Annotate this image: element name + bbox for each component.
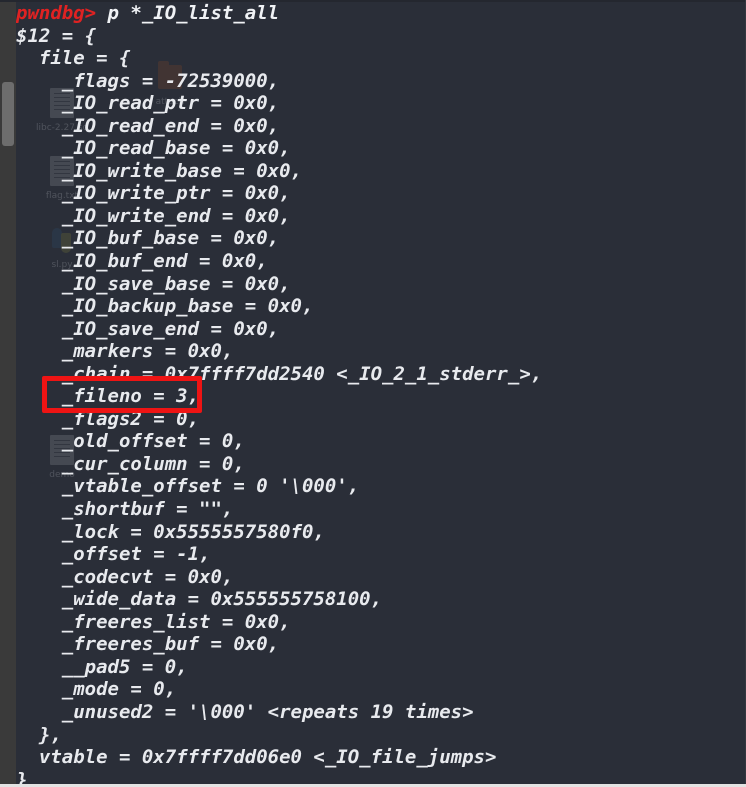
output-line: _mode = 0, (16, 678, 177, 701)
output-line: _IO_buf_end = 0x0, (16, 250, 268, 273)
output-line: file = { (16, 47, 131, 70)
output-line: _IO_read_base = 0x0, (16, 137, 291, 160)
output-line: _chain = 0x7ffff7dd2540 <_IO_2_1_stderr_… (16, 362, 543, 385)
output-line: _IO_save_end = 0x0, (16, 317, 280, 340)
output-line: _IO_write_base = 0x0, (16, 159, 302, 182)
prompt-line: pwndbg> p *_IO_list_all (16, 2, 746, 25)
output-lines: $12 = { file = { _flags = -72539000, _IO… (16, 25, 746, 787)
output-line: _vtable_offset = 0 '\000', (16, 475, 360, 498)
output-line: $12 = { (16, 24, 97, 47)
output-line: _old_offset = 0, (16, 430, 245, 453)
output-line: _IO_backup_base = 0x0, (16, 295, 314, 318)
pwndbg-prompt: pwndbg> (16, 2, 97, 24)
output-line: _codecvt = 0x0, (16, 565, 234, 588)
output-line: vtable = 0x7ffff7dd06e0 <_IO_file_jumps> (16, 746, 497, 769)
output-line: _markers = 0x0, (16, 340, 234, 363)
output-line: _IO_write_ptr = 0x0, (16, 182, 291, 205)
terminal-output-area[interactable]: pwndbg> p *_IO_list_all $12 = { file = {… (16, 0, 746, 787)
output-line: _freeres_list = 0x0, (16, 610, 291, 633)
output-line: _unused2 = '\000' <repeats 19 times> (16, 700, 474, 723)
output-line: _flags = -72539000, (16, 69, 280, 92)
terminal-window: attach libc-2.27.so flag.txt sl.py demo pwnd… (0, 0, 746, 787)
output-line: _IO_write_end = 0x0, (16, 204, 291, 227)
prompt-command: p *_IO_list_all (96, 2, 280, 24)
output-line: _cur_column = 0, (16, 452, 245, 475)
output-line: _lock = 0x5555557580f0, (16, 520, 325, 543)
output-line: _IO_save_base = 0x0, (16, 272, 291, 295)
output-line: _IO_read_end = 0x0, (16, 114, 280, 137)
output-line: __pad5 = 0, (16, 655, 188, 678)
scrollbar-track[interactable] (0, 0, 16, 787)
output-line: _wide_data = 0x555555758100, (16, 588, 383, 611)
output-line: _IO_buf_base = 0x0, (16, 227, 280, 250)
output-line: _shortbuf = "", (16, 498, 234, 521)
scrollbar-thumb[interactable] (2, 82, 14, 146)
output-line: _flags2 = 0, (16, 407, 200, 430)
window-top-edge (0, 0, 746, 2)
output-line: _IO_read_ptr = 0x0, (16, 92, 280, 115)
output-line: _fileno = 3, (16, 385, 200, 408)
output-line: _offset = -1, (16, 543, 211, 566)
output-line: _freeres_buf = 0x0, (16, 633, 280, 656)
output-line: }, (16, 723, 62, 746)
